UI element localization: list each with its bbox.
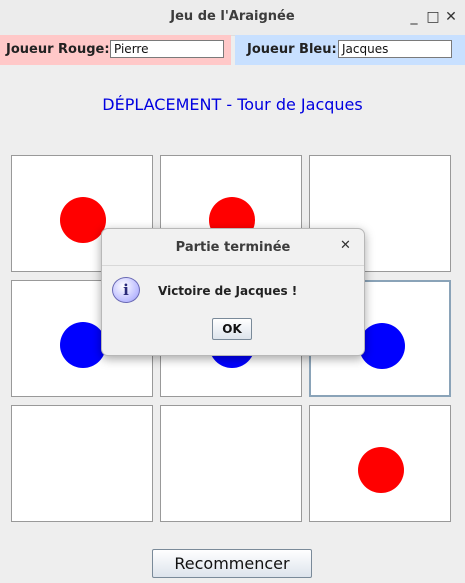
maximize-button[interactable]: □ bbox=[424, 8, 442, 26]
title-bar: Jeu de l'Araignée _ □ ✕ bbox=[0, 0, 465, 36]
game-over-dialog: Partie terminée ✕ i Victoire de Jacques … bbox=[101, 228, 365, 356]
red-player-panel: Joueur Rouge: Pierre bbox=[0, 35, 231, 65]
blue-piece[interactable] bbox=[60, 322, 106, 368]
board-cell[interactable] bbox=[11, 405, 153, 522]
dialog-close-icon[interactable]: ✕ bbox=[340, 238, 351, 253]
blue-player-label: Joueur Bleu: bbox=[247, 42, 337, 57]
info-icon: i bbox=[112, 277, 140, 303]
blue-player-panel: Joueur Bleu: Jacques bbox=[235, 35, 465, 65]
red-piece[interactable] bbox=[358, 447, 404, 493]
board-cell[interactable] bbox=[160, 405, 302, 522]
board-cell[interactable] bbox=[309, 405, 451, 522]
blue-player-name-field[interactable]: Jacques bbox=[338, 40, 452, 58]
restart-button[interactable]: Recommencer bbox=[152, 549, 312, 578]
red-player-name-field[interactable]: Pierre bbox=[110, 40, 224, 58]
dialog-message: Victoire de Jacques ! bbox=[158, 284, 298, 298]
game-status: DÉPLACEMENT - Tour de Jacques bbox=[102, 95, 363, 114]
blue-piece[interactable] bbox=[359, 323, 405, 369]
dialog-title: Partie terminée bbox=[175, 240, 291, 255]
minimize-button[interactable]: _ bbox=[405, 8, 423, 26]
dialog-divider bbox=[102, 265, 364, 266]
window-title: Jeu de l'Araignée bbox=[170, 9, 295, 24]
red-piece[interactable] bbox=[60, 197, 106, 243]
red-player-label: Joueur Rouge: bbox=[6, 42, 110, 57]
players-bar: Joueur Rouge: Pierre Joueur Bleu: Jacque… bbox=[0, 35, 465, 65]
close-button[interactable]: ✕ bbox=[442, 8, 460, 26]
ok-button[interactable]: OK bbox=[212, 318, 252, 340]
